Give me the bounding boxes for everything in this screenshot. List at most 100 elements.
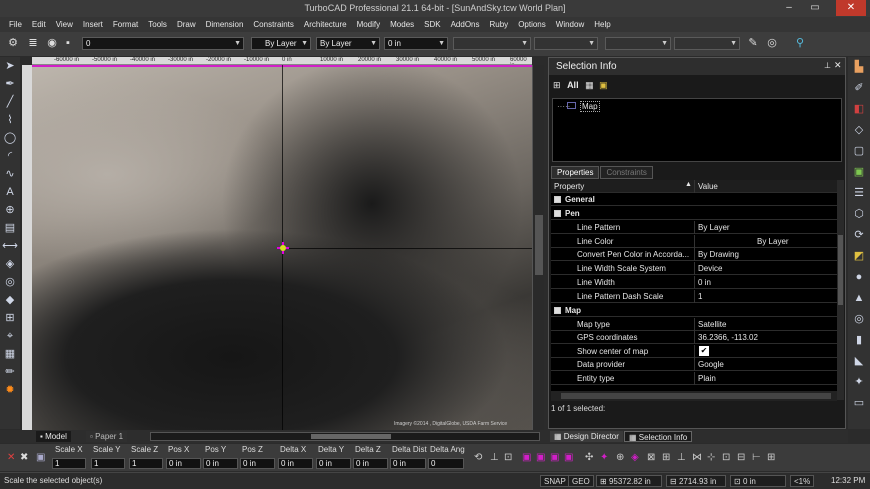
cube-icon[interactable]: ◇ [848,120,870,141]
polyline-tool-icon[interactable]: ⌇ [0,111,20,129]
edit-tool-icon[interactable]: ✒ [0,75,20,93]
property-row-line-pattern[interactable]: Line Pattern By Layer [551,221,837,234]
menu-ruby[interactable]: Ruby [490,20,509,29]
options-icon[interactable]: ▣ [36,452,45,463]
curve-tool-icon[interactable]: ∿ [0,165,20,183]
maximize-button[interactable]: ▭ [804,0,826,16]
3d-tool-icon[interactable]: ◆ [0,291,20,309]
pin-panel-icon[interactable]: ⊥ [824,61,831,70]
pos-z-input[interactable]: 0 in [240,458,275,469]
menu-options[interactable]: Options [518,20,546,29]
snap-relative-icon[interactable]: ⊡ [722,452,730,463]
snap-center-icon[interactable]: ⊕ [616,452,624,463]
tab-design-director[interactable]: ▦ Design Director [550,431,623,442]
snap-quadrant-icon[interactable]: ◈ [631,452,639,463]
brush-icon[interactable]: ✐ [848,78,870,99]
empty-select-1[interactable]: ▼ [453,37,531,50]
collapse-icon[interactable] [554,210,561,217]
layer-select[interactable]: 0 ▼ [82,37,244,50]
render-tool-icon[interactable]: ✹ [0,381,20,399]
section-general[interactable]: General [551,193,837,206]
line-tool-icon[interactable]: ╱ [0,93,20,111]
tree-item-map[interactable]: Map [580,101,600,112]
snap-nearest-icon[interactable]: ⋈ [692,452,702,463]
collapse-icon[interactable] [554,196,561,203]
menu-file[interactable]: File [9,20,22,29]
canvas-horizontal-scrollbar[interactable] [150,432,540,441]
empty-select-3[interactable]: ▼ [605,37,671,50]
chart-icon[interactable]: ▙ [848,57,870,78]
drawing-canvas-satellite-map[interactable]: Imagery ©2014 , DigitalGlobe, USDA Farm … [32,65,532,430]
measure-tool-icon[interactable]: ⌖ [0,327,20,345]
layer-stack-icon[interactable]: ≣ [25,36,41,51]
property-row-convert-pen-color[interactable]: Convert Pen Color in Accorda... By Drawin… [551,248,837,261]
section-map[interactable]: Map [551,304,837,317]
eye-icon[interactable]: ◉ [44,36,60,51]
geo-toggle[interactable]: GEO [568,475,594,487]
snap-tangent-icon[interactable]: ⊞ [662,452,670,463]
property-scrollbar[interactable] [837,180,844,400]
snap-grid-icon[interactable]: ⊹ [707,452,715,463]
color-select[interactable]: By Layer ▼ [251,37,311,50]
property-horizontal-scrollbar[interactable] [551,391,837,401]
menu-addons[interactable]: AddOns [451,20,480,29]
tab-properties[interactable]: Properties [551,166,600,179]
menu-help[interactable]: Help [594,20,610,29]
tab-selection-info[interactable]: ▦ Selection Info [624,431,693,442]
menu-constraints[interactable]: Constraints [253,20,293,29]
grid-tool-icon[interactable]: ⊞ [0,309,20,327]
select-arrow-icon[interactable]: ➤ [0,57,20,75]
property-row-line-width-scale[interactable]: Line Width Scale System Device [551,262,837,275]
menu-format[interactable]: Format [113,20,138,29]
box-icon[interactable]: ▢ [848,141,870,162]
section-pen[interactable]: Pen [551,207,837,220]
property-column-header[interactable]: Property [554,182,672,191]
zoom-level[interactable]: <1% [790,475,815,487]
pin-icon[interactable]: ⚲ [792,36,808,51]
sphere-icon[interactable]: ● [848,267,870,288]
delta-dist-input[interactable]: 0 in [390,458,426,469]
select-all-button[interactable]: All [567,80,579,90]
cylinder-icon[interactable]: ▮ [848,330,870,351]
tab-constraints[interactable]: Constraints [600,166,653,179]
menu-view[interactable]: View [56,20,73,29]
property-row-gps-coordinates[interactable]: GPS coordinates 36.2366, -113.02 [551,331,837,344]
snap-intersection-icon[interactable]: ⊠ [647,452,655,463]
select-window-icon[interactable]: ▣ [536,452,545,463]
property-row-data-provider[interactable]: Data provider Google [551,358,837,371]
linestyle-select[interactable]: By Layer ▼ [316,37,380,50]
close-panel-icon[interactable]: ✕ [834,60,842,71]
target-tool-icon[interactable]: ◎ [0,273,20,291]
text-tool-icon[interactable]: A [0,183,20,201]
snap-perpendicular-icon[interactable]: ⊥ [677,452,686,463]
hatch-tool-icon[interactable]: ▤ [0,219,20,237]
menu-tools[interactable]: Tools [148,20,167,29]
layer-tool-icon[interactable]: ▦ [0,345,20,363]
menu-dimension[interactable]: Dimension [206,20,244,29]
map-center-marker[interactable] [277,242,289,254]
delta-y-input[interactable]: 0 in [316,458,351,469]
camera-icon[interactable]: ▭ [848,393,870,414]
select-fence-icon[interactable]: ▣ [564,452,573,463]
tab-paper-1[interactable]: ▫ Paper 1 [86,431,128,442]
wedge-icon[interactable]: ◣ [848,351,870,372]
ortho-icon[interactable]: ⊥ [490,452,499,463]
text-align-icon[interactable]: ☰ [848,183,870,204]
property-row-line-width[interactable]: Line Width 0 in [551,276,837,289]
menu-edit[interactable]: Edit [32,20,46,29]
select-box-icon[interactable]: ▣ [522,452,531,463]
torus-icon[interactable]: ◎ [848,309,870,330]
collapse-icon[interactable] [554,307,561,314]
menu-sdk[interactable]: SDK [424,20,440,29]
snap-tool-icon[interactable]: ◈ [0,255,20,273]
snap-toggle[interactable]: SNAP [540,475,570,487]
grid-view-icon[interactable]: ▦ [585,80,594,90]
close-button[interactable]: ✕ [836,0,866,16]
finish-icon[interactable]: ✖ [20,452,28,463]
tab-model[interactable]: ▪ Model [36,431,71,442]
snap-mode-icon[interactable]: ⟲ [474,452,482,463]
lock-icon[interactable]: ▪ [60,36,76,51]
menu-modes[interactable]: Modes [390,20,414,29]
group-icon[interactable]: ▣ [848,162,870,183]
property-row-dash-scale[interactable]: Line Pattern Dash Scale 1 [551,290,837,303]
